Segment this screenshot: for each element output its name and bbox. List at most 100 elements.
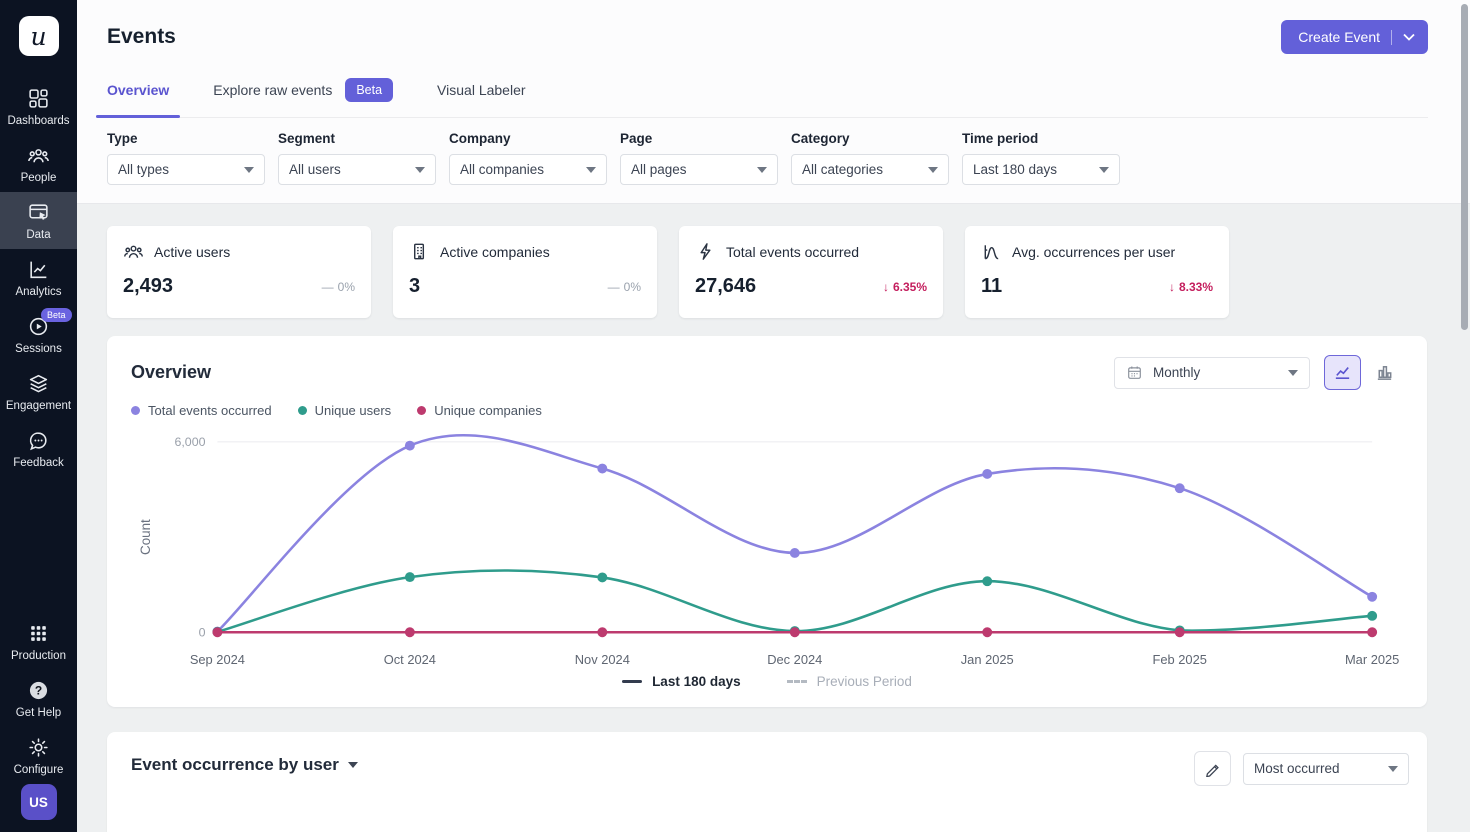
- legend-previous-period[interactable]: Previous Period: [787, 674, 912, 689]
- down-arrow-icon: ↓: [883, 280, 889, 294]
- sidebar-item-configure[interactable]: Configure: [0, 727, 77, 784]
- overview-panel-title: Overview: [131, 362, 211, 383]
- select-value: Monthly: [1153, 365, 1278, 380]
- select-value: All companies: [460, 162, 544, 177]
- caret-down-icon: [348, 762, 358, 768]
- legend-item-unique-companies[interactable]: Unique companies: [417, 403, 542, 418]
- tab-bar: Overview Explore raw events Beta Visual …: [107, 78, 1428, 118]
- sidebar-item-engagement[interactable]: Engagement: [0, 363, 77, 420]
- edit-button[interactable]: [1194, 751, 1231, 786]
- select-value: All types: [118, 162, 169, 177]
- caret-down-icon: [1388, 766, 1398, 772]
- overview-panel: Overview Monthly: [107, 336, 1427, 707]
- sidebar-item-dashboards[interactable]: Dashboards: [0, 78, 77, 135]
- legend-item-total-events[interactable]: Total events occurred: [131, 403, 272, 418]
- chart-legend: Total events occurred Unique users Uniqu…: [131, 403, 1403, 418]
- sidebar-item-label: People: [21, 172, 57, 184]
- event-occurrence-title-dropdown[interactable]: Event occurrence by user: [131, 755, 358, 775]
- data-icon: [27, 201, 50, 224]
- dashed-line-swatch: [787, 680, 807, 683]
- legend-label: Last 180 days: [652, 674, 741, 689]
- filter-bar: Type All types Segment All users Company…: [107, 118, 1428, 203]
- content-area: Active users 2,493 —0% Active companies …: [77, 204, 1470, 832]
- feedback-icon: [27, 429, 50, 452]
- time-period-select[interactable]: Last 180 days: [962, 154, 1120, 185]
- tab-label: Explore raw events: [213, 82, 332, 98]
- page-select[interactable]: All pages: [620, 154, 778, 185]
- type-select[interactable]: All types: [107, 154, 265, 185]
- filter-label: Category: [791, 131, 949, 146]
- sessions-beta-badge: Beta: [41, 308, 72, 322]
- legend-dot: [417, 406, 426, 415]
- calendar-icon: [1126, 364, 1143, 381]
- tab-explore-raw-events[interactable]: Explore raw events Beta: [213, 78, 393, 117]
- vertical-scrollbar[interactable]: [1461, 4, 1468, 330]
- analytics-icon: [27, 258, 50, 281]
- sidebar-item-label: Dashboards: [7, 115, 69, 127]
- sidebar-item-feedback[interactable]: Feedback: [0, 420, 77, 477]
- legend-item-unique-users[interactable]: Unique users: [298, 403, 392, 418]
- engagement-icon: [27, 372, 50, 395]
- svg-text:Sep 2024: Sep 2024: [190, 652, 245, 667]
- sidebar-item-production[interactable]: Production: [0, 613, 77, 670]
- select-value: All categories: [802, 162, 883, 177]
- sidebar-item-analytics[interactable]: Analytics: [0, 249, 77, 306]
- filter-company: Company All companies: [449, 131, 607, 185]
- create-event-label: Create Event: [1298, 29, 1380, 45]
- svg-text:Count: Count: [138, 519, 153, 555]
- stat-delta: —0%: [608, 280, 641, 294]
- stat-cards-row: Active users 2,493 —0% Active companies …: [107, 226, 1427, 318]
- beta-badge: Beta: [345, 78, 393, 102]
- sort-select[interactable]: Most occurred: [1243, 753, 1409, 785]
- company-select[interactable]: All companies: [449, 154, 607, 185]
- sidebar-item-label: Engagement: [6, 400, 71, 412]
- category-select[interactable]: All categories: [791, 154, 949, 185]
- filter-time-period: Time period Last 180 days: [962, 131, 1120, 185]
- stat-value: 3: [409, 275, 420, 298]
- line-chart-icon: [1333, 363, 1352, 382]
- line-chart-toggle[interactable]: [1324, 355, 1361, 390]
- sidebar: u Dashboards People Data Analytics: [0, 0, 77, 832]
- app-logo[interactable]: u: [19, 16, 59, 56]
- sidebar-item-people[interactable]: People: [0, 135, 77, 192]
- legend-label: Unique users: [315, 403, 392, 418]
- segment-select[interactable]: All users: [278, 154, 436, 185]
- stat-card-avg-occurrences: Avg. occurrences per user 11 ↓8.33%: [965, 226, 1229, 318]
- solid-line-swatch: [622, 680, 642, 683]
- sidebar-nav: Dashboards People Data Analytics Beta: [0, 78, 77, 477]
- svg-text:6,000: 6,000: [174, 435, 205, 449]
- production-icon: [27, 622, 50, 645]
- filter-page: Page All pages: [620, 131, 778, 185]
- bolt-icon: [695, 241, 716, 262]
- create-event-button[interactable]: Create Event: [1281, 20, 1428, 54]
- stat-card-active-companies: Active companies 3 —0%: [393, 226, 657, 318]
- filter-label: Company: [449, 131, 607, 146]
- filter-category: Category All categories: [791, 131, 949, 185]
- overview-line-chart[interactable]: 06,000CountSep 2024Oct 2024Nov 2024Dec 2…: [131, 424, 1403, 674]
- legend-current-period[interactable]: Last 180 days: [622, 674, 741, 689]
- sidebar-item-sessions[interactable]: Beta Sessions: [0, 306, 77, 363]
- tab-visual-labeler[interactable]: Visual Labeler: [437, 78, 525, 117]
- sidebar-item-data[interactable]: Data: [0, 192, 77, 249]
- user-avatar[interactable]: US: [21, 784, 57, 820]
- legend-dot: [298, 406, 307, 415]
- stat-label: Active companies: [440, 244, 550, 260]
- sidebar-item-get-help[interactable]: ? Get Help: [0, 670, 77, 727]
- stat-label: Avg. occurrences per user: [1012, 244, 1175, 260]
- caret-down-icon: [757, 167, 767, 173]
- event-occurrence-title: Event occurrence by user: [131, 755, 339, 775]
- bar-chart-toggle[interactable]: [1366, 355, 1403, 390]
- select-value: Last 180 days: [973, 162, 1057, 177]
- caret-down-icon: [928, 167, 938, 173]
- granularity-select[interactable]: Monthly: [1114, 357, 1310, 389]
- dashboards-icon: [27, 87, 50, 110]
- filter-type: Type All types: [107, 131, 265, 185]
- legend-dot: [131, 406, 140, 415]
- svg-text:Nov 2024: Nov 2024: [575, 652, 630, 667]
- stat-card-total-events: Total events occurred 27,646 ↓6.35%: [679, 226, 943, 318]
- filter-label: Time period: [962, 131, 1120, 146]
- tab-label: Overview: [107, 82, 169, 98]
- caret-down-icon: [586, 167, 596, 173]
- svg-text:?: ?: [35, 684, 42, 698]
- tab-overview[interactable]: Overview: [107, 78, 169, 117]
